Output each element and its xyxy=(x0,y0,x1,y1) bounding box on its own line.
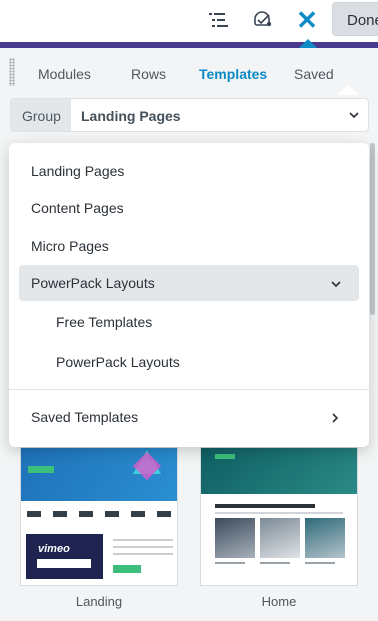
thumbnail-text: vimeo xyxy=(38,543,70,555)
dropdown-pointer xyxy=(338,85,358,95)
video-thumbnail: vimeo xyxy=(26,534,103,579)
menu-item-content-pages[interactable]: Content Pages xyxy=(9,190,369,226)
menu-item-label: Micro Pages xyxy=(31,238,109,254)
group-select[interactable]: Group Landing Pages xyxy=(10,98,369,132)
menu-item-free-templates[interactable]: Free Templates xyxy=(9,304,369,340)
logo-strip xyxy=(21,504,177,524)
close-icon[interactable]: ✕ xyxy=(294,7,320,33)
menu-item-powerpack-layouts-sub[interactable]: PowerPack Layouts xyxy=(9,344,369,380)
tab-rows[interactable]: Rows xyxy=(131,66,166,82)
menu-item-micro-pages[interactable]: Micro Pages xyxy=(9,228,369,264)
builder-toolbar: ✕ Done xyxy=(0,0,378,42)
template-card-landing[interactable]: vimeo xyxy=(20,447,178,586)
template-card-home[interactable] xyxy=(200,447,358,586)
menu-item-label: Free Templates xyxy=(56,314,153,330)
chevron-down-icon xyxy=(330,277,342,289)
menu-item-label: PowerPack Layouts xyxy=(31,275,155,291)
menu-divider xyxy=(9,389,369,390)
tab-templates[interactable]: Templates xyxy=(199,66,267,82)
help-icon[interactable] xyxy=(250,8,276,32)
template-caption: Home xyxy=(261,594,297,609)
outline-icon[interactable] xyxy=(206,8,232,32)
tab-saved[interactable]: Saved xyxy=(294,66,334,82)
chevron-right-icon xyxy=(329,411,341,423)
menu-item-powerpack-layouts[interactable]: PowerPack Layouts xyxy=(19,265,359,301)
tab-modules[interactable]: Modules xyxy=(38,66,91,82)
menu-item-label: Landing Pages xyxy=(31,163,125,179)
menu-item-label: PowerPack Layouts xyxy=(56,354,180,370)
chevron-down-icon xyxy=(348,107,360,123)
menu-item-saved-templates[interactable]: Saved Templates xyxy=(9,399,369,435)
panel-tabs: Modules Rows Templates Saved xyxy=(0,66,378,86)
template-caption: Landing xyxy=(75,594,123,609)
panel-pointer xyxy=(299,39,317,48)
group-select-label: Group xyxy=(11,99,71,131)
menu-item-label: Saved Templates xyxy=(31,409,139,425)
panel-scrollbar[interactable] xyxy=(370,143,375,315)
group-dropdown-menu: Landing Pages Content Pages Micro Pages … xyxy=(9,143,369,447)
menu-item-landing-pages[interactable]: Landing Pages xyxy=(9,153,369,189)
template-thumbnail xyxy=(201,448,357,494)
menu-item-label: Content Pages xyxy=(31,200,124,216)
template-thumbnail xyxy=(21,448,177,501)
done-button[interactable]: Done xyxy=(332,2,378,36)
group-select-value: Landing Pages xyxy=(81,108,181,124)
